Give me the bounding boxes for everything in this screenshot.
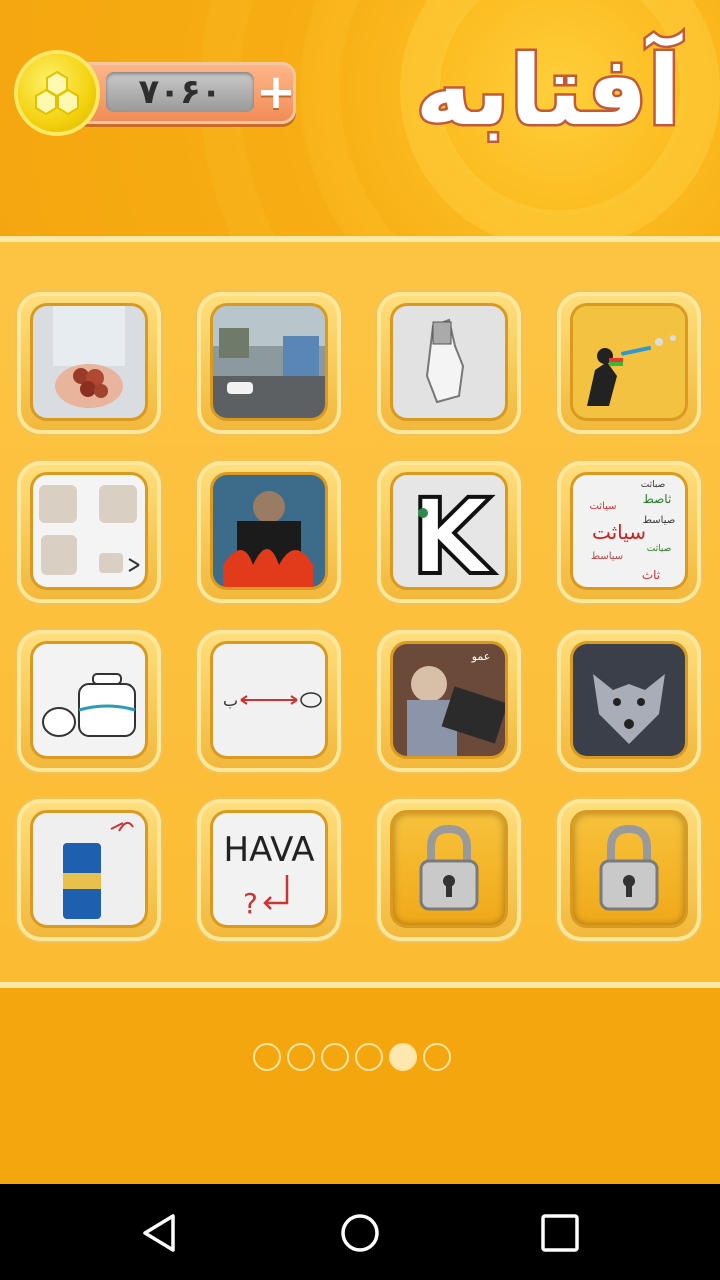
level-image xyxy=(573,306,685,418)
arrow-fish-icon: ب xyxy=(213,644,325,756)
level-tile-letter-k[interactable]: K xyxy=(377,461,521,603)
word: سیاسط xyxy=(591,551,623,562)
home-icon[interactable] xyxy=(335,1208,385,1258)
level-tile-fire-figure[interactable] xyxy=(197,461,341,603)
word: صیاثت xyxy=(647,544,671,554)
hava-text-icon: HAVA ? xyxy=(213,813,325,925)
page-dot-1[interactable] xyxy=(253,1043,281,1071)
padlock-icon xyxy=(599,824,659,911)
bread-icon xyxy=(33,475,145,587)
coin-balance-bar: ۷۰۶۰ + xyxy=(18,54,298,132)
level-tile-can[interactable] xyxy=(17,799,161,941)
wolf-icon xyxy=(573,644,685,756)
drink-can-icon xyxy=(33,813,145,925)
hava-word: HAVA xyxy=(224,830,315,870)
old-man-keyboard-icon: عمو xyxy=(393,644,505,756)
coin-count: ۷۰۶۰ xyxy=(106,72,254,112)
back-icon[interactable] xyxy=(135,1208,185,1258)
level-image xyxy=(33,813,145,925)
recents-icon[interactable] xyxy=(535,1208,585,1258)
levels-panel: K صباثت ثاصط سیاثت صیاسط سیاثت سیاسط صیا… xyxy=(0,236,720,988)
padlock-icon xyxy=(419,824,479,911)
level-image xyxy=(213,475,325,587)
question-mark: ? xyxy=(243,887,258,920)
level-image xyxy=(33,475,145,587)
street-mural-icon xyxy=(213,306,325,418)
add-coins-button[interactable]: + xyxy=(254,66,298,118)
level-image: HAVA ? xyxy=(213,813,325,925)
word: سیاثت xyxy=(592,520,646,544)
level-tile-soldier-rainbow[interactable] xyxy=(557,292,701,434)
level-image: ب xyxy=(213,644,325,756)
teapot-icon xyxy=(33,644,145,756)
level-tile-locked-2[interactable] xyxy=(557,799,701,941)
level-image: عمو xyxy=(393,644,505,756)
game-screen: ۷۰۶۰ + آفتابه K صباثت ثاصط سیاثت صیاسط س… xyxy=(0,0,720,1184)
level-image xyxy=(393,306,505,418)
fire-figure-icon xyxy=(213,475,325,587)
hand-sketch-icon xyxy=(393,306,505,418)
level-tile-old-man-keyboard[interactable]: عمو xyxy=(377,630,521,772)
page-dot-5-active[interactable] xyxy=(389,1043,417,1071)
level-image xyxy=(573,813,685,925)
game-title: آفتابه xyxy=(415,32,682,147)
word: سیاثت xyxy=(589,501,616,512)
level-image xyxy=(213,306,325,418)
page-indicator xyxy=(253,1043,451,1075)
level-image xyxy=(33,306,145,418)
hands-fruit-icon xyxy=(33,306,145,418)
letter-k-icon: K xyxy=(393,475,505,587)
page-dot-4[interactable] xyxy=(355,1043,383,1071)
level-image xyxy=(393,813,505,925)
level-tile-hands-berries[interactable] xyxy=(17,292,161,434)
word: ثاصط xyxy=(643,492,672,506)
level-tile-arrow-fish[interactable]: ب xyxy=(197,630,341,772)
level-tile-street-painting[interactable] xyxy=(197,292,341,434)
word: صیاسط xyxy=(643,515,675,526)
level-image: K xyxy=(393,475,505,587)
soldier-rainbow-icon xyxy=(573,306,685,418)
system-navigation-bar xyxy=(0,1184,720,1280)
level-image: صباثت ثاصط سیاثت صیاسط سیاثت سیاسط صیاثت… xyxy=(573,475,685,587)
word: صباثت xyxy=(641,480,665,490)
level-image xyxy=(33,644,145,756)
level-tile-word-cloud[interactable]: صباثت ثاصط سیاثت صیاسط سیاثت سیاسط صیاثت… xyxy=(557,461,701,603)
level-tile-locked-1[interactable] xyxy=(377,799,521,941)
level-tile-hand-sketch[interactable] xyxy=(377,292,521,434)
page-dot-2[interactable] xyxy=(287,1043,315,1071)
page-dot-6[interactable] xyxy=(423,1043,451,1071)
level-tile-wolf[interactable] xyxy=(557,630,701,772)
game-title-logo: آفتابه xyxy=(410,16,686,156)
letter-k: K xyxy=(411,476,495,587)
honeycomb-coin-icon xyxy=(18,54,96,132)
uncle-label: عمو xyxy=(471,650,491,663)
page-dot-3[interactable] xyxy=(321,1043,349,1071)
letter-be: ب xyxy=(223,691,238,710)
level-image xyxy=(573,644,685,756)
word-cloud-icon: صباثت ثاصط سیاثت صیاسط سیاثت سیاسط صیاثت… xyxy=(573,475,685,587)
level-tile-bread[interactable] xyxy=(17,461,161,603)
level-tile-teapot[interactable] xyxy=(17,630,161,772)
word: ثاث xyxy=(642,568,660,582)
level-tile-hava[interactable]: HAVA ? xyxy=(197,799,341,941)
